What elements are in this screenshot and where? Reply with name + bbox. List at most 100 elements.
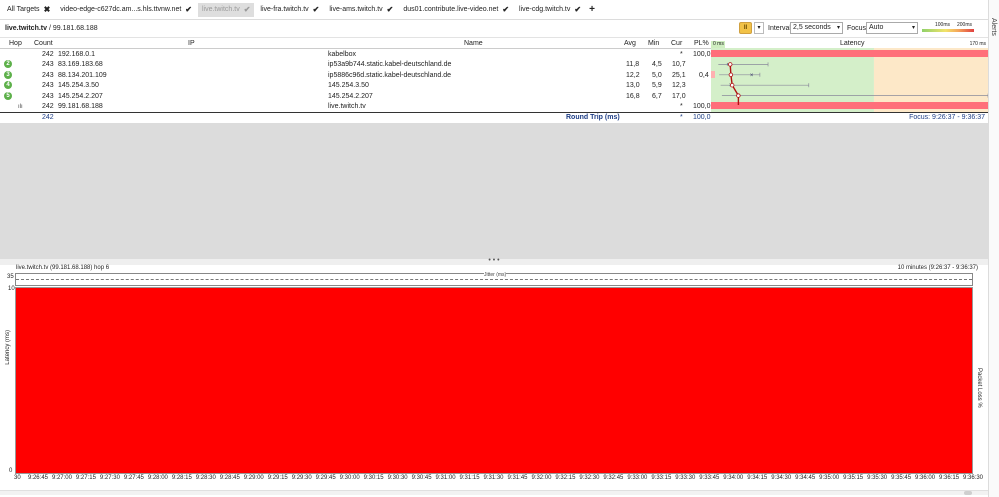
latency-color-scale bbox=[922, 29, 974, 32]
interval-select[interactable]: 2,5 seconds ▾ bbox=[790, 22, 843, 34]
timeline-range[interactable]: 10 minutes (9:26:37 - 9:36:37) bbox=[898, 265, 978, 271]
x-tick-label: 9:34:15 bbox=[747, 475, 768, 481]
tab-live-twitch[interactable]: live.twitch.tv ✔ bbox=[197, 2, 255, 17]
time-axis: 30 9:26:45 9:27:00 9:27:15 9:27:30 9:27:45 9:2… bbox=[0, 475, 988, 485]
name-cell: 145.254.3.50 bbox=[328, 82, 369, 89]
col-name[interactable]: Name bbox=[464, 40, 483, 47]
pane-splitter[interactable]: • • • bbox=[0, 257, 988, 265]
pause-button[interactable]: II bbox=[739, 22, 752, 34]
latency-y-zero: 0 bbox=[9, 468, 13, 474]
x-tick-label: 9:33:30 bbox=[675, 475, 696, 481]
jitter-y-top: 35 bbox=[7, 274, 14, 280]
x-tick-label: 9:32:15 bbox=[555, 475, 576, 481]
latency-axis-label: Latency (ms) bbox=[5, 330, 11, 365]
hop-badge: 4 bbox=[4, 81, 12, 89]
focus-select[interactable]: Auto ▾ bbox=[866, 22, 918, 34]
bar-chart-icon[interactable]: ılı bbox=[18, 104, 23, 110]
col-ip[interactable]: IP bbox=[188, 40, 195, 47]
x-tick-label: 9:28:30 bbox=[195, 475, 216, 481]
chevron-down-icon: ▾ bbox=[836, 25, 840, 31]
chevron-down-icon[interactable]: ▾ bbox=[754, 22, 764, 34]
x-tick-label: 9:31:00 bbox=[435, 475, 456, 481]
current-marker: × bbox=[750, 73, 754, 79]
check-icon[interactable]: ✔ bbox=[185, 5, 192, 14]
min-cell: 4,5 bbox=[652, 61, 662, 68]
ip-cell: 145.254.3.50 bbox=[58, 82, 99, 89]
check-icon[interactable]: ✔ bbox=[502, 5, 509, 14]
x-tick-label: 9:26:45 bbox=[27, 475, 48, 481]
check-icon[interactable]: ✔ bbox=[244, 5, 251, 14]
round-trip-row: 242 Round Trip (ms) * 100,0 Focus: 9:26:… bbox=[0, 112, 988, 122]
x-tick-label: 9:36:15 bbox=[939, 475, 960, 481]
tab-live-fra[interactable]: live-fra.twitch.tv ✔ bbox=[256, 3, 323, 17]
timeline-scrollbar[interactable] bbox=[0, 490, 988, 495]
x-tick-label: 9:33:45 bbox=[699, 475, 720, 481]
x-tick-label: 9:35:30 bbox=[867, 475, 888, 481]
pingplotter-window: All Targets ✖ video-edge-c627dc.am...s.h… bbox=[0, 0, 999, 497]
col-min[interactable]: Min bbox=[648, 40, 659, 47]
rt-count: 242 bbox=[42, 114, 54, 121]
tab-live-cdg[interactable]: live-cdg.twitch.tv ✔ bbox=[515, 3, 585, 17]
x-tick-label: 9:34:45 bbox=[795, 475, 816, 481]
tab-all-targets[interactable]: All Targets ✖ bbox=[3, 3, 54, 17]
col-hop[interactable]: Hop bbox=[9, 40, 22, 47]
packet-loss-area bbox=[15, 287, 973, 474]
name-cell: 145.254.2.207 bbox=[328, 93, 373, 100]
x-tick-label: 9:28:00 bbox=[147, 475, 168, 481]
x-tick-label: 9:30:00 bbox=[339, 475, 360, 481]
close-icon[interactable]: ✖ bbox=[44, 5, 51, 14]
x-tick-label: 9:30:15 bbox=[363, 475, 384, 481]
cur-cell: 12,3 bbox=[672, 82, 686, 89]
target-ip: / 99.181.68.188 bbox=[47, 25, 98, 32]
count-cell: 243 bbox=[42, 61, 54, 68]
x-tick-label: 9:32:45 bbox=[603, 475, 624, 481]
tab-dus01[interactable]: dus01.contribute.live-video.net ✔ bbox=[399, 3, 513, 17]
add-tab-button[interactable]: + bbox=[589, 4, 595, 15]
col-cur[interactable]: Cur bbox=[671, 40, 682, 47]
cur-cell: 10,7 bbox=[672, 61, 686, 68]
tab-live-ams[interactable]: live-ams.twitch.tv ✔ bbox=[325, 3, 397, 17]
x-tick-label: 9:36:30 bbox=[963, 475, 984, 481]
hop-badge: 2 bbox=[4, 60, 12, 68]
avg-latency-point bbox=[736, 93, 741, 98]
x-tick-label: 9:32:00 bbox=[531, 475, 552, 481]
x-tick-label: 9:27:00 bbox=[51, 475, 72, 481]
cur-cell: * bbox=[680, 103, 683, 110]
name-cell: ip5886c96d.static.kabel-deutschland.de bbox=[328, 72, 451, 79]
col-count[interactable]: Count bbox=[34, 40, 53, 47]
tab-label: video-edge-c627dc.am...s.hls.ttvnw.net bbox=[60, 6, 182, 13]
min-cell: 6,7 bbox=[652, 93, 662, 100]
ip-cell: 145.254.2.207 bbox=[58, 93, 103, 100]
x-tick-label: 9:34:30 bbox=[771, 475, 792, 481]
x-tick-label: 9:32:30 bbox=[579, 475, 600, 481]
target-tabs: All Targets ✖ video-edge-c627dc.am...s.h… bbox=[0, 0, 988, 20]
scale-100ms-label: 100ms bbox=[935, 22, 951, 28]
col-avg[interactable]: Avg bbox=[624, 40, 636, 47]
col-pl[interactable]: PL% bbox=[694, 40, 709, 47]
check-icon[interactable]: ✔ bbox=[313, 5, 320, 14]
rt-pl: 100,0 bbox=[693, 114, 711, 121]
target-title: live.twitch.tv / 99.181.68.188 bbox=[5, 25, 98, 32]
pl-cell: 100,0 bbox=[693, 51, 711, 58]
x-tick-label: 9:31:45 bbox=[507, 475, 528, 481]
empty-table-area bbox=[0, 123, 988, 259]
chevron-down-icon: ▾ bbox=[911, 25, 915, 31]
tab-video-edge[interactable]: video-edge-c627dc.am...s.hls.ttvnw.net ✔ bbox=[56, 3, 196, 17]
hop-badge: 5 bbox=[4, 92, 12, 100]
x-tick-label: 9:29:30 bbox=[291, 475, 312, 481]
x-tick-label: 9:29:45 bbox=[315, 475, 336, 481]
count-cell: 243 bbox=[42, 93, 54, 100]
avg-cell: 11,8 bbox=[626, 61, 640, 68]
scrollbar-thumb[interactable] bbox=[964, 491, 972, 495]
cur-cell: * bbox=[680, 51, 683, 58]
alerts-panel-toggle[interactable]: Alerts bbox=[988, 0, 999, 497]
x-tick-label: 9:33:15 bbox=[651, 475, 672, 481]
latency-scale-header: 0 ms 170 ms bbox=[711, 38, 988, 48]
jitter-line bbox=[16, 279, 972, 280]
check-icon[interactable]: ✔ bbox=[387, 5, 394, 14]
x-tick-label: 9:27:15 bbox=[75, 475, 96, 481]
scale-200ms-label: 200ms bbox=[957, 22, 973, 28]
x-tick-label: 9:27:45 bbox=[123, 475, 144, 481]
check-icon[interactable]: ✔ bbox=[574, 5, 581, 14]
x-tick-label: 9:34:00 bbox=[723, 475, 744, 481]
